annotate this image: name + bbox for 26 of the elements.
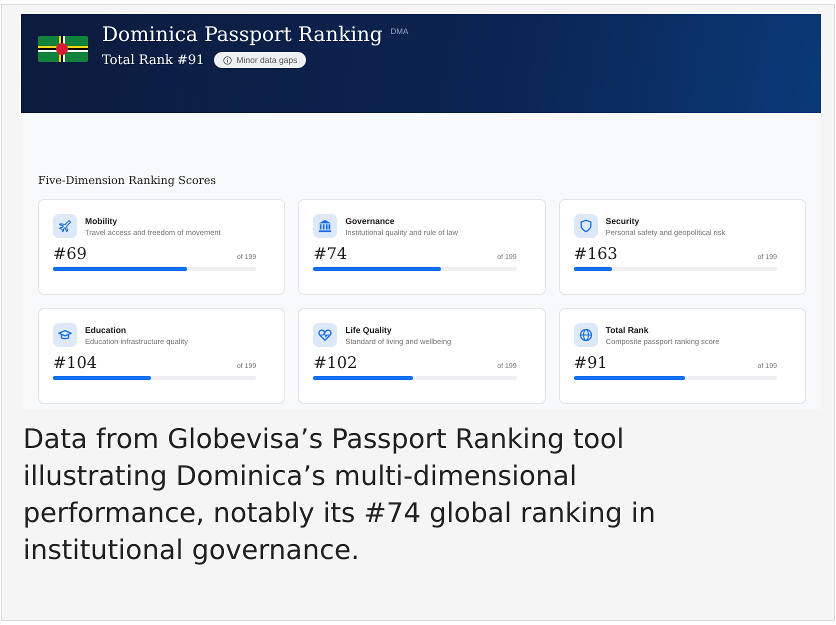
total-rank: Total Rank #91 [102, 52, 204, 68]
rank-value: #91 [574, 353, 608, 372]
card-title: Life Quality [345, 324, 393, 334]
section-title: Five-Dimension Ranking Scores [38, 174, 218, 187]
image-caption: Data from Globevisa’s Passport Ranking tool illustrating Dominica’s multi-dimensional performance, notably its #74 global ranking in institutional governance. [23, 423, 657, 568]
card-title: Education [85, 324, 128, 334]
rank-value: #74 [313, 244, 348, 263]
card-title: Governance [345, 216, 396, 226]
flag-icon [38, 36, 88, 62]
rank-value: #104 [53, 353, 97, 372]
page-title: Dominica Passport Ranking [102, 22, 383, 46]
graduation-cap-icon [58, 328, 72, 342]
country-code: DMA [390, 27, 408, 36]
rank-value: #163 [574, 244, 618, 263]
badge-label: Minor data gaps [236, 55, 298, 65]
info-icon [223, 56, 232, 64]
card-title: Mobility [85, 216, 118, 226]
bank-icon [318, 219, 332, 233]
shield-icon [578, 219, 593, 233]
rank-value: #102 [313, 353, 358, 372]
card-title: Security [606, 216, 640, 226]
card-title: Total Rank [606, 324, 650, 334]
plane-icon [58, 219, 72, 233]
rank-value: #69 [53, 244, 87, 263]
globe-icon [578, 328, 593, 342]
heart-pulse-icon [318, 328, 332, 342]
